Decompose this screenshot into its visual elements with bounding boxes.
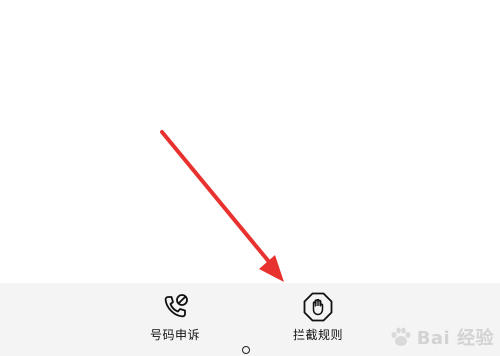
- home-circle-icon[interactable]: [242, 346, 250, 354]
- phone-blocked-icon: [164, 294, 188, 318]
- hand-stop-icon: [303, 292, 333, 322]
- content-area: [0, 0, 500, 283]
- bottom-action-bar: 号码申诉 拦截规则: [0, 283, 500, 356]
- block-rules-label: 拦截规则: [292, 328, 343, 342]
- number-appeal-label: 号码申诉: [149, 328, 200, 342]
- block-rules-button[interactable]: 拦截规则: [273, 291, 363, 343]
- number-appeal-button[interactable]: 号码申诉: [130, 291, 220, 343]
